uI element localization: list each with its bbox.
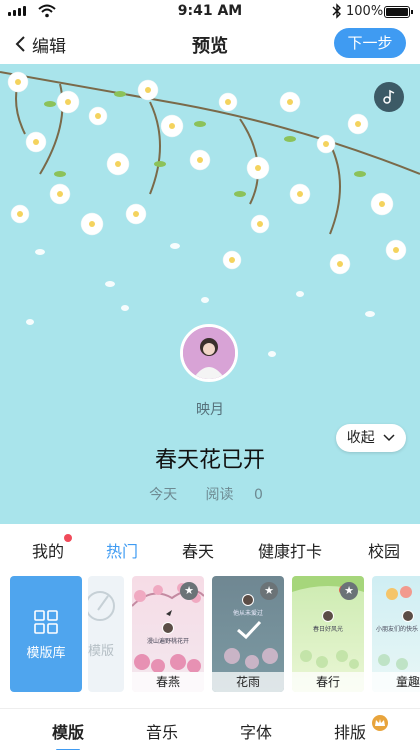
bluetooth-icon xyxy=(332,3,341,19)
category-hot[interactable]: 热门 xyxy=(106,538,138,562)
preview-canvas: 映月 春天花已开 今天 阅读 0 xyxy=(0,64,420,524)
category-health-checkin[interactable]: 健康打卡 xyxy=(258,538,322,562)
template-name: 春燕 xyxy=(132,672,204,692)
category-spring[interactable]: 春天 xyxy=(182,538,214,562)
read-count: 0 xyxy=(253,487,263,503)
template-placeholder-label: 模版 xyxy=(88,644,115,659)
category-campus[interactable]: 校园 xyxy=(368,538,400,562)
favorite-star-icon[interactable]: ★ xyxy=(260,582,278,600)
favorite-star-icon[interactable]: ★ xyxy=(340,582,358,600)
cherry-blossom-illustration xyxy=(0,71,420,357)
template-card[interactable]: ★ 漫山遍野桃花开 春燕 xyxy=(132,576,204,692)
article-date: 今天 xyxy=(149,487,178,503)
collapse-button[interactable]: 收起 xyxy=(336,424,406,452)
author-name: 映月 xyxy=(196,402,224,418)
favorite-star-icon[interactable]: ★ xyxy=(180,582,198,600)
article-meta: 今天 阅读 0 xyxy=(0,484,420,504)
tab-music[interactable]: 音乐 xyxy=(146,719,178,743)
tab-layout[interactable]: 排版 xyxy=(334,719,366,743)
crown-icon xyxy=(372,715,388,731)
next-step-button[interactable]: 下一步 xyxy=(334,28,406,58)
chevron-down-icon xyxy=(383,434,395,442)
bottom-tab-bar: 模版 音乐 字体 排版 xyxy=(0,708,420,750)
clock-icon xyxy=(88,591,115,621)
music-toggle-button[interactable] xyxy=(374,82,404,112)
template-library-button[interactable]: 模版库 xyxy=(10,576,82,692)
template-name: 童趣 xyxy=(372,672,420,692)
template-name: 春行 xyxy=(292,672,364,692)
template-list: 模版库 模版 ★ 漫山遍野桃花开 春燕 ★ 他从未爱过 花雨 ★ 春日好风光 春… xyxy=(0,576,420,694)
category-mine[interactable]: 我的 xyxy=(32,538,64,562)
tab-font[interactable]: 字体 xyxy=(240,719,272,743)
category-tabs: 我的 热门 春天 健康打卡 校园 xyxy=(0,534,420,564)
template-card[interactable]: 小朋友们的快乐 童趣 xyxy=(372,576,420,692)
template-card[interactable]: ★ 春日好风光 春行 xyxy=(292,576,364,692)
battery-icon xyxy=(384,6,413,18)
status-bar: 9:41 AM 100% xyxy=(0,0,420,24)
notification-badge xyxy=(64,534,72,542)
template-card-selected[interactable]: ★ 他从未爱过 花雨 xyxy=(212,576,284,692)
template-library-label: 模版库 xyxy=(26,646,66,661)
author-avatar xyxy=(180,324,238,382)
nav-bar: 编辑 预览 下一步 xyxy=(0,24,420,64)
checkmark-icon xyxy=(237,620,262,640)
music-note-icon xyxy=(383,89,395,104)
template-name: 花雨 xyxy=(212,672,284,692)
template-panel: 我的 热门 春天 健康打卡 校园 模版库 模版 ★ 漫山遍野桃花开 春燕 ★ 他… xyxy=(0,524,420,750)
template-placeholder[interactable]: 模版 xyxy=(88,576,124,692)
tab-template[interactable]: 模版 xyxy=(52,719,84,743)
grid-icon xyxy=(34,610,58,634)
battery-percent: 100% xyxy=(346,4,384,19)
read-label: 阅读 xyxy=(205,487,234,503)
